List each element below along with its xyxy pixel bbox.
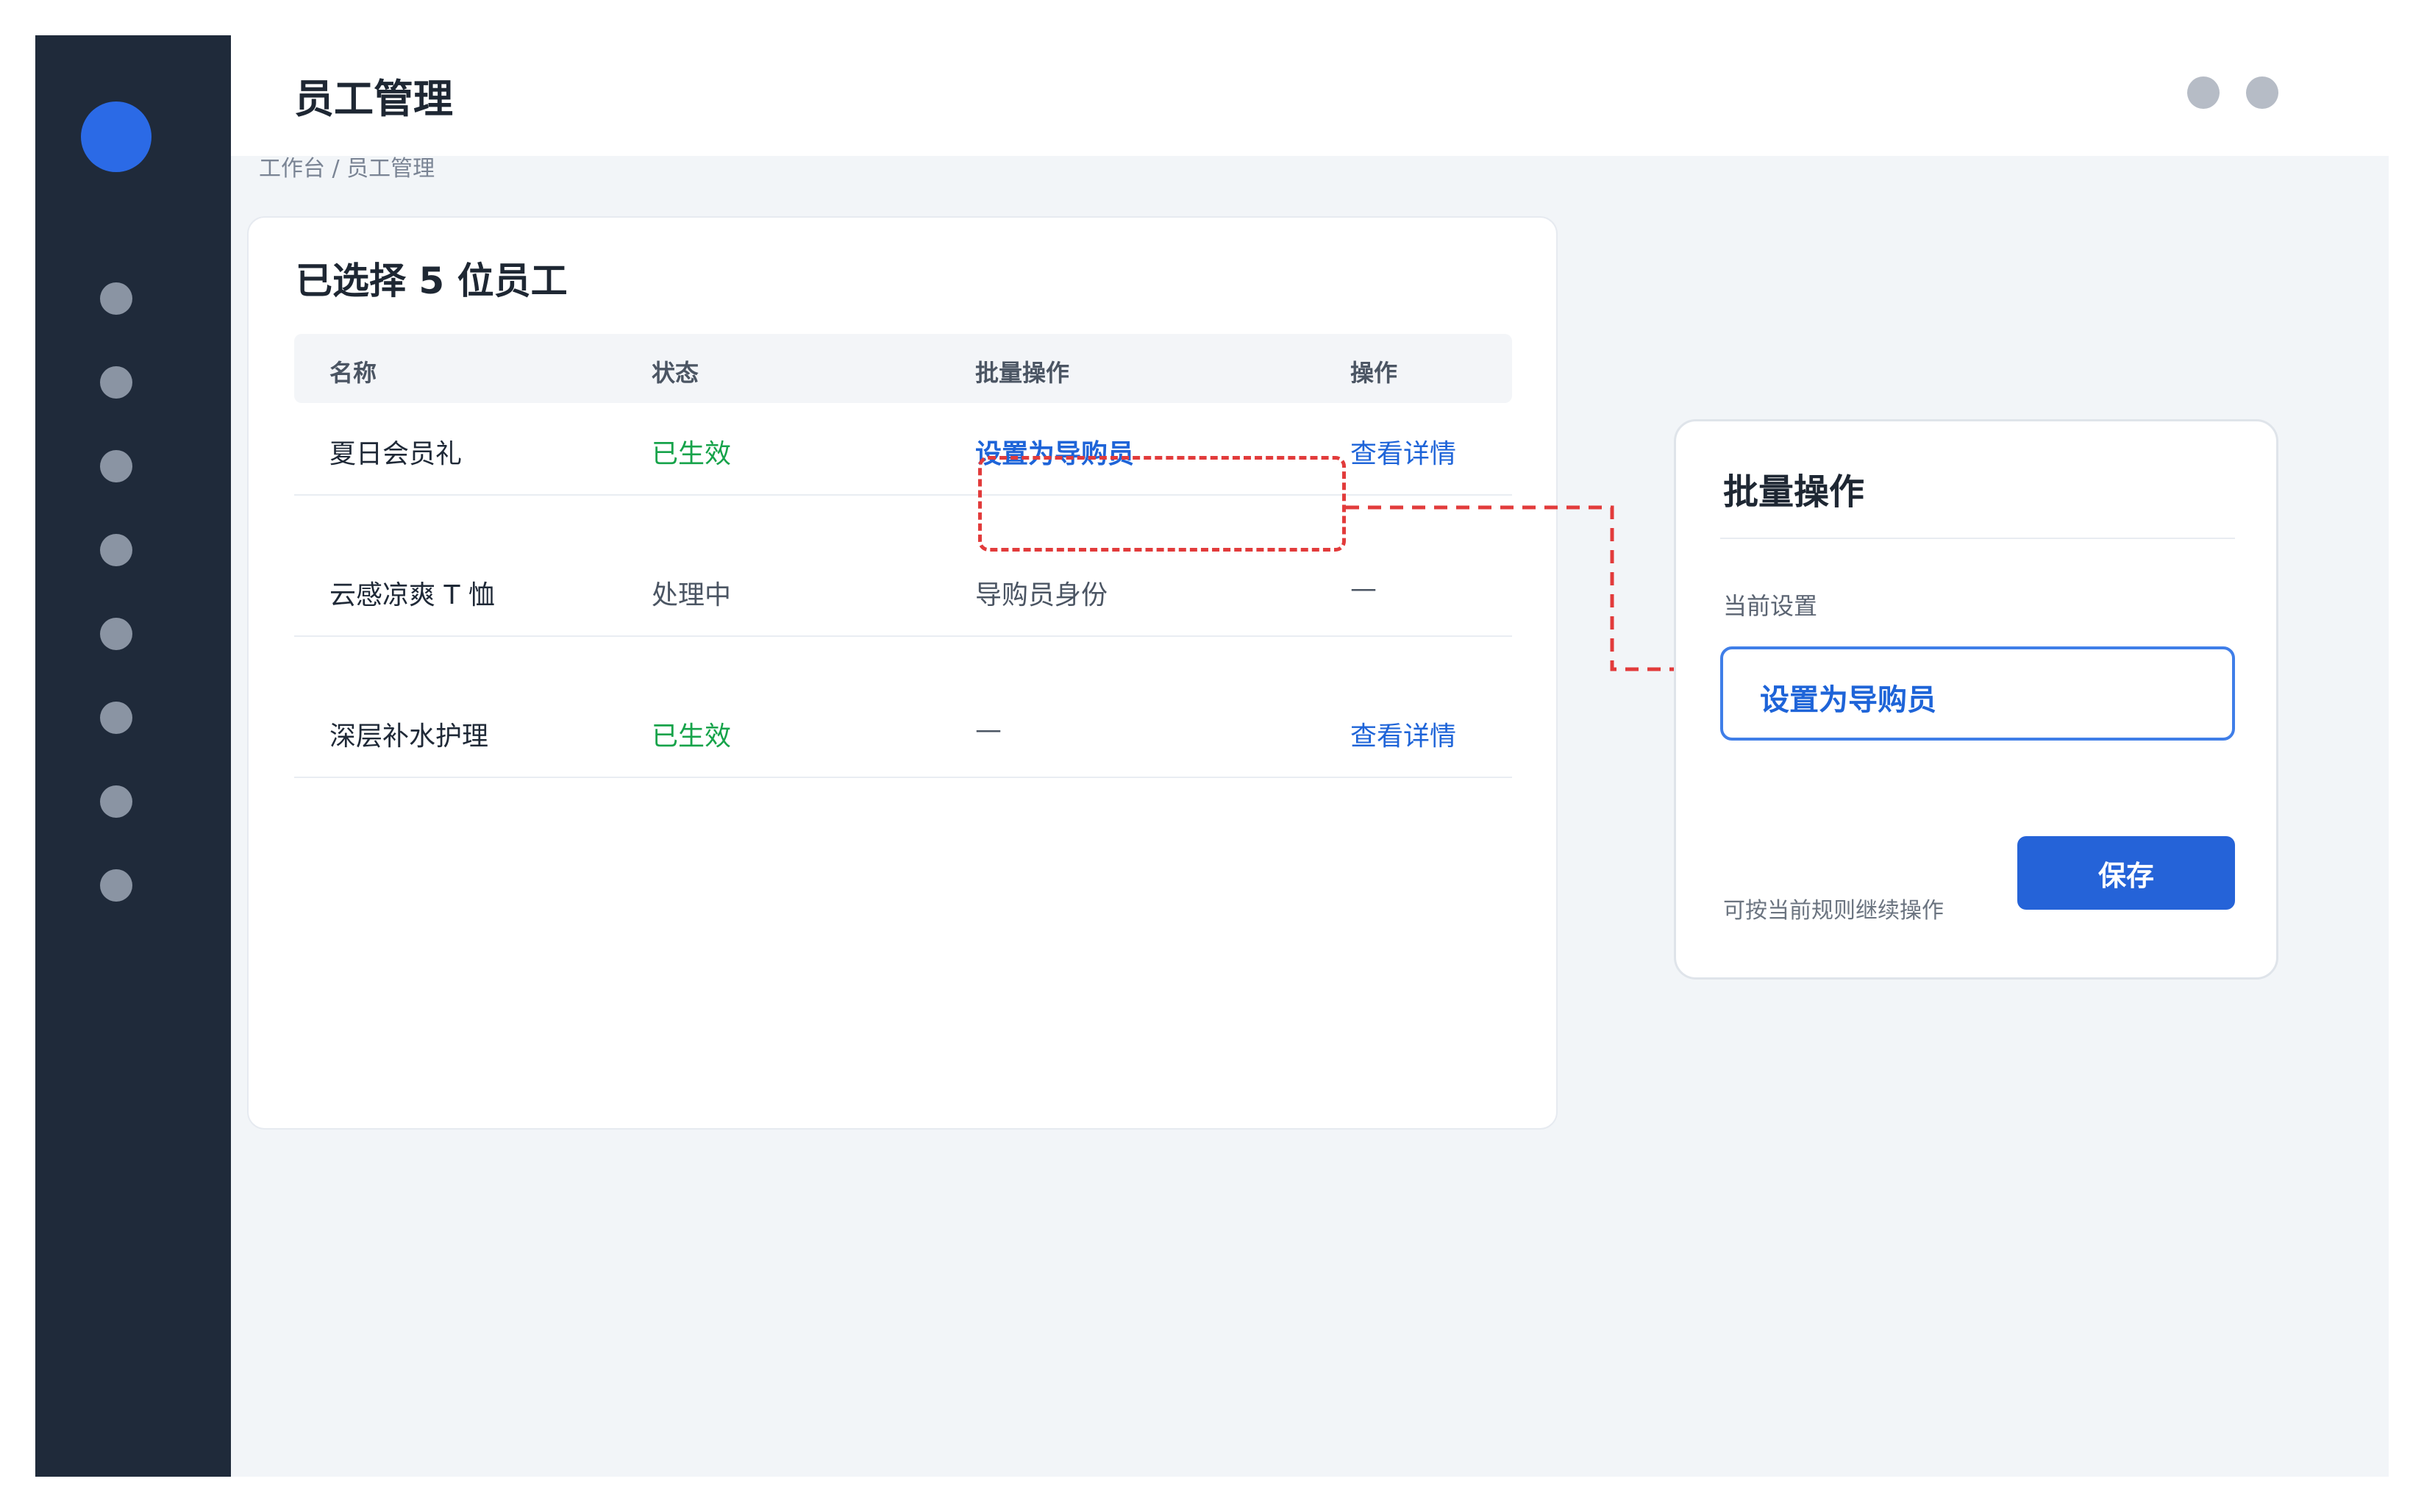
column-header-name: 名称 <box>329 359 377 387</box>
app-logo[interactable] <box>81 101 152 172</box>
card-title: 已选择 5 位员工 <box>296 260 568 302</box>
sidebar-item-8-icon[interactable] <box>100 869 132 902</box>
batch-placeholder: — <box>975 715 1002 745</box>
status-badge: 已生效 <box>652 439 732 469</box>
current-setting-field[interactable]: 设置为导购员 <box>1720 646 2235 741</box>
sidebar-item-6-icon[interactable] <box>100 702 132 734</box>
panel-hint: 可按当前规则继续操作 <box>1723 898 1944 924</box>
user-avatar-icon[interactable] <box>2246 76 2278 109</box>
row-name: 夏日会员礼 <box>329 439 463 469</box>
row-name: 云感凉爽 T 恤 <box>329 580 495 610</box>
sidebar-item-2-icon[interactable] <box>100 366 132 399</box>
highlight-annotation-box <box>978 456 1346 552</box>
column-header-batch: 批量操作 <box>975 359 1070 387</box>
save-button[interactable]: 保存 <box>2017 836 2235 910</box>
sidebar-item-1-icon[interactable] <box>100 282 132 315</box>
sidebar-item-7-icon[interactable] <box>100 785 132 818</box>
current-setting-label: 当前设置 <box>1723 592 1818 620</box>
breadcrumb: 工作台 / 员工管理 <box>259 156 435 182</box>
column-header-status: 状态 <box>652 359 699 387</box>
notification-icon[interactable] <box>2187 76 2220 109</box>
table-header: 名称 状态 批量操作 操作 <box>294 334 1512 403</box>
page-title: 员工管理 <box>294 76 453 122</box>
panel-divider <box>1720 538 2235 539</box>
selected-employees-card: 已选择 5 位员工 名称 状态 批量操作 操作 夏日会员礼 已生效 设置为导购员… <box>247 216 1558 1130</box>
sidebar <box>35 35 231 1477</box>
batch-operation-panel: 批量操作 当前设置 设置为导购员 可按当前规则继续操作 保存 <box>1674 419 2278 980</box>
status-badge: 处理中 <box>652 580 732 610</box>
sidebar-item-5-icon[interactable] <box>100 618 132 650</box>
sidebar-item-4-icon[interactable] <box>100 534 132 566</box>
view-details-link[interactable]: 查看详情 <box>1350 432 1456 471</box>
view-details-link[interactable]: 查看详情 <box>1350 715 1456 753</box>
table-row: 云感凉爽 T 恤 处理中 导购员身份 — <box>294 544 1512 637</box>
batch-value: 导购员身份 <box>975 580 1108 610</box>
top-header: 员工管理 <box>231 35 2389 156</box>
sidebar-item-3-icon[interactable] <box>100 450 132 482</box>
action-placeholder: — <box>1350 574 1377 604</box>
column-header-action: 操作 <box>1350 359 1398 387</box>
table-row: 深层补水护理 已生效 — 查看详情 <box>294 685 1512 778</box>
current-setting-value: 设置为导购员 <box>1760 683 1936 717</box>
panel-title: 批量操作 <box>1723 471 1865 513</box>
row-name: 深层补水护理 <box>329 721 489 752</box>
status-badge: 已生效 <box>652 721 732 752</box>
